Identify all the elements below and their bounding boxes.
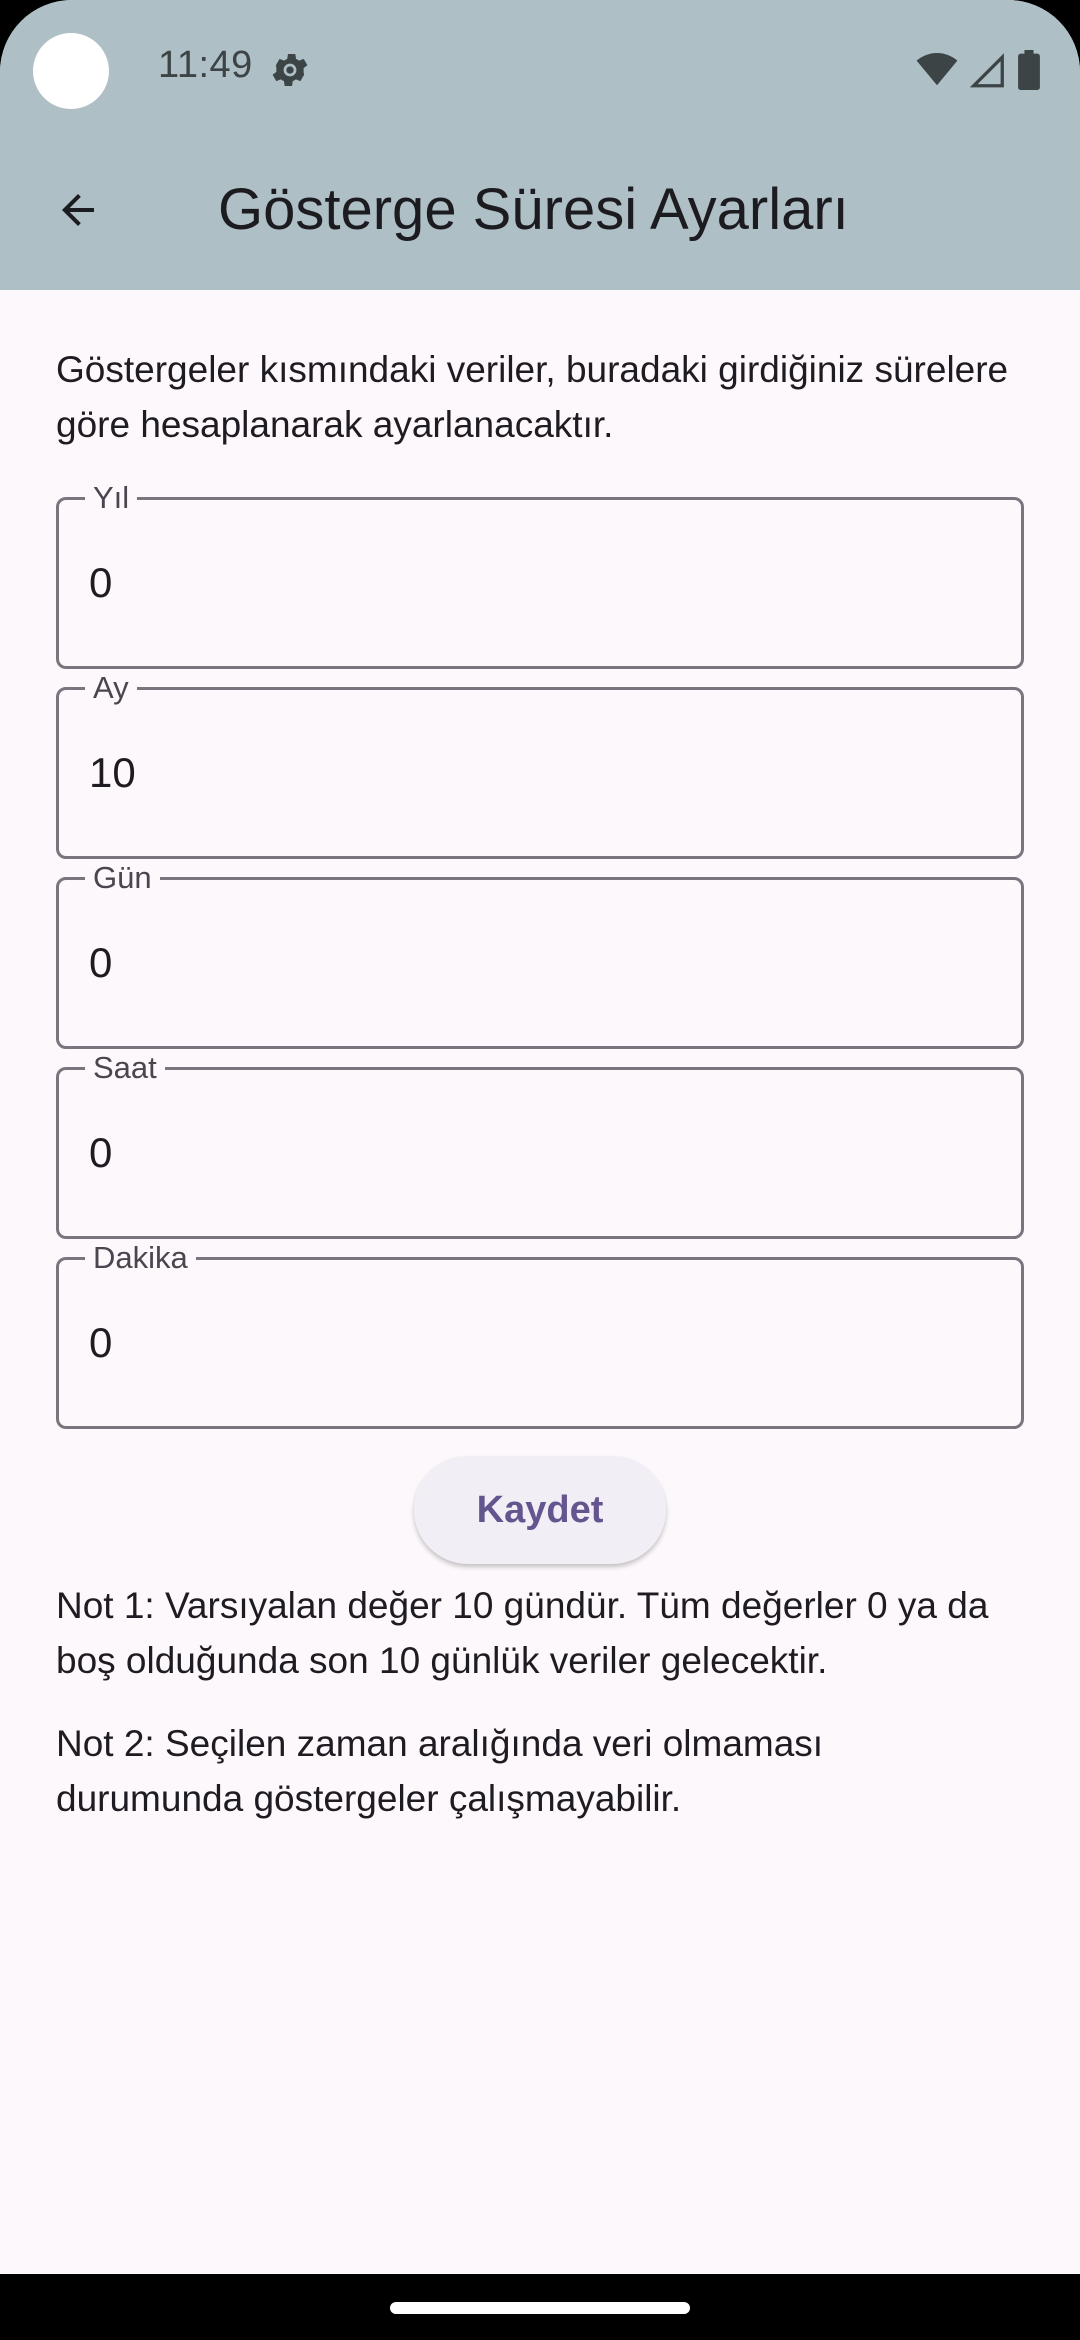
minute-field[interactable]: Dakika 0 — [56, 1240, 1024, 1429]
year-field[interactable]: Yıl 0 — [56, 480, 1024, 669]
settings-gear-icon — [272, 54, 308, 86]
status-time: 11:49 — [158, 44, 253, 86]
note-1: Not 1: Varsıyalan değer 10 gündür. Tüm d… — [56, 1585, 989, 1681]
cell-signal-icon — [970, 53, 1004, 88]
arrow-back-icon — [62, 194, 94, 226]
hour-field[interactable]: Saat 0 — [56, 1050, 1024, 1239]
top-app-bar: 11:49 Gösterge Süresi Ayarları — [0, 0, 1080, 290]
back-button[interactable] — [38, 170, 118, 250]
day-field[interactable]: Gün 0 — [56, 860, 1024, 1049]
screen: 11:49 Gösterge Süresi Ayarları Göstergel… — [0, 0, 1080, 2340]
home-gesture-handle[interactable] — [390, 2302, 690, 2314]
hour-field-value[interactable]: 0 — [89, 1070, 112, 1236]
intro-text: Göstergeler kısmındaki veriler, buradaki… — [56, 349, 1009, 445]
wifi-icon — [916, 53, 958, 86]
year-field-value[interactable]: 0 — [89, 500, 112, 666]
month-field-value[interactable]: 10 — [89, 690, 136, 856]
minute-field-value[interactable]: 0 — [89, 1260, 112, 1426]
page-title: Gösterge Süresi Ayarları — [218, 177, 849, 242]
battery-icon — [1018, 50, 1040, 90]
note-2: Not 2: Seçilen zaman aralığında veri olm… — [56, 1723, 824, 1819]
status-icons — [916, 50, 1040, 90]
front-camera — [33, 33, 109, 109]
save-button[interactable]: Kaydet — [414, 1456, 666, 1564]
day-field-value[interactable]: 0 — [89, 880, 112, 1046]
month-field[interactable]: Ay 10 — [56, 670, 1024, 859]
